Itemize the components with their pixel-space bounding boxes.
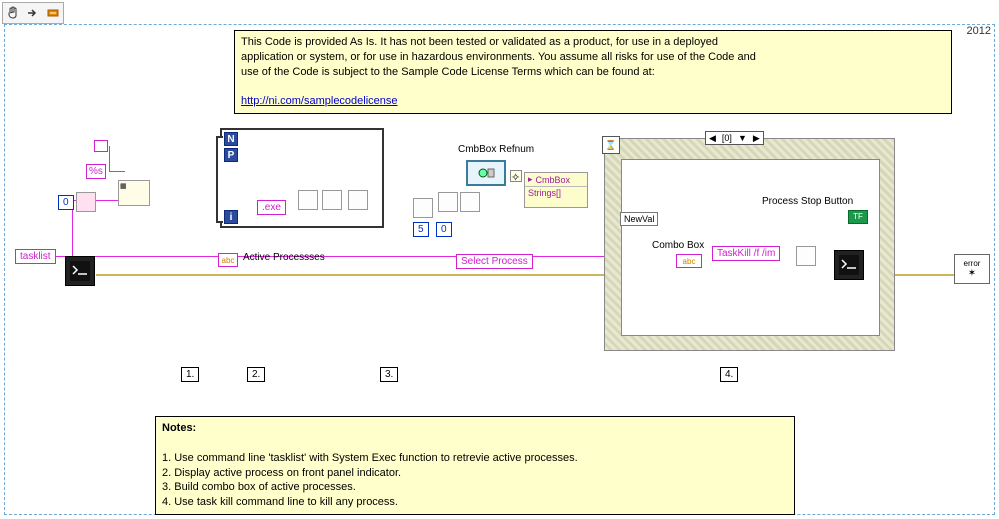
newval-terminal: NewVal: [620, 212, 658, 226]
step-marker-1: 1.: [181, 367, 199, 382]
boolean-terminal-icon: TF: [848, 210, 868, 224]
disclaimer-line: use of the Code is subject to the Sample…: [241, 66, 655, 78]
five-constant: 5: [413, 222, 429, 237]
delete-from-array-node[interactable]: [413, 198, 433, 218]
step-marker-2: 2.: [247, 367, 265, 382]
array-node[interactable]: [460, 192, 480, 212]
license-link[interactable]: http://ni.com/samplecodelicense: [241, 95, 398, 107]
hand-tool-icon[interactable]: [4, 4, 22, 22]
combo-box-terminal-icon: abc: [676, 254, 702, 268]
break-icon[interactable]: [44, 4, 62, 22]
array-subset-node[interactable]: [76, 192, 96, 212]
property-node[interactable]: ▸ CmbBox Strings[]: [524, 172, 588, 208]
system-exec-node[interactable]: [65, 256, 95, 286]
property-line: Strings[]: [525, 187, 587, 199]
string-indicator-icon: abc: [218, 253, 238, 267]
note-line: 3. Build combo box of active processes.: [162, 481, 356, 493]
combo-box-label: Combo Box: [652, 240, 704, 251]
error-label: error: [964, 259, 981, 268]
year-label: 2012: [965, 25, 993, 37]
event-case-selector[interactable]: ◀ [0] ▼ ▶: [705, 131, 764, 145]
wrench-icon: ✧: [510, 170, 522, 182]
disclaimer-note: This Code is provided As Is. It has not …: [234, 30, 952, 114]
taskkill-constant: TaskKill /f /im: [712, 246, 780, 261]
note-line: 2. Display active process on front panel…: [162, 467, 401, 479]
empty-string-constant: [94, 140, 108, 152]
timeout-terminal-icon: ⌛: [602, 136, 620, 154]
string-wire: [109, 171, 125, 172]
system-exec-node-2[interactable]: [834, 250, 864, 280]
select-process-label: Select Process: [456, 254, 533, 269]
note-line: 4. Use task kill command line to kill an…: [162, 496, 398, 508]
process-stop-button-label: Process Stop Button: [762, 196, 853, 207]
cmbbox-refnum-label: CmbBox Refnum: [458, 144, 534, 155]
notes-box: Notes: 1. Use command line 'tasklist' wi…: [155, 416, 795, 515]
zero-constant: 0: [58, 195, 74, 210]
disclaimer-line: application or system, or for use in haz…: [241, 51, 756, 63]
active-processes-label: Active Processses: [243, 252, 325, 263]
toolbar: [2, 2, 64, 24]
i-terminal: i: [224, 210, 238, 224]
event-index: [0]: [719, 133, 735, 143]
n-terminal: N: [224, 132, 238, 146]
concat-strings-node[interactable]: [796, 246, 816, 266]
percent-s-constant: %s: [86, 164, 106, 179]
tasklist-constant: tasklist: [15, 249, 56, 264]
disclaimer-line: This Code is provided As Is. It has not …: [241, 36, 718, 48]
scan-from-string-node[interactable]: ▦: [118, 180, 150, 206]
event-structure[interactable]: ⌛ ◀ [0] ▼ ▶ NewVal Process Stop Button T…: [604, 138, 895, 351]
match-pattern-node[interactable]: [298, 190, 318, 210]
arrow-icon[interactable]: [24, 4, 42, 22]
control-refnum[interactable]: [466, 160, 506, 186]
trim-whitespace-node[interactable]: [348, 190, 368, 210]
zero-constant-2: 0: [436, 222, 452, 237]
step-marker-3: 3.: [380, 367, 398, 382]
property-line: ▸ CmbBox: [525, 173, 587, 187]
string-wire: [109, 146, 110, 172]
error-out-cluster: error ✶: [954, 254, 990, 284]
note-line: 1. Use command line 'tasklist' with Syst…: [162, 452, 578, 464]
exe-constant: .exe: [257, 200, 286, 215]
build-array-node[interactable]: [438, 192, 458, 212]
event-inner: NewVal Process Stop Button TF Combo Box …: [621, 159, 880, 336]
step-marker-4: 4.: [720, 367, 738, 382]
string-subset-node[interactable]: [322, 190, 342, 210]
p-terminal: P: [224, 148, 238, 162]
for-loop[interactable]: N P i .exe: [220, 128, 384, 228]
notes-title: Notes:: [162, 422, 196, 434]
